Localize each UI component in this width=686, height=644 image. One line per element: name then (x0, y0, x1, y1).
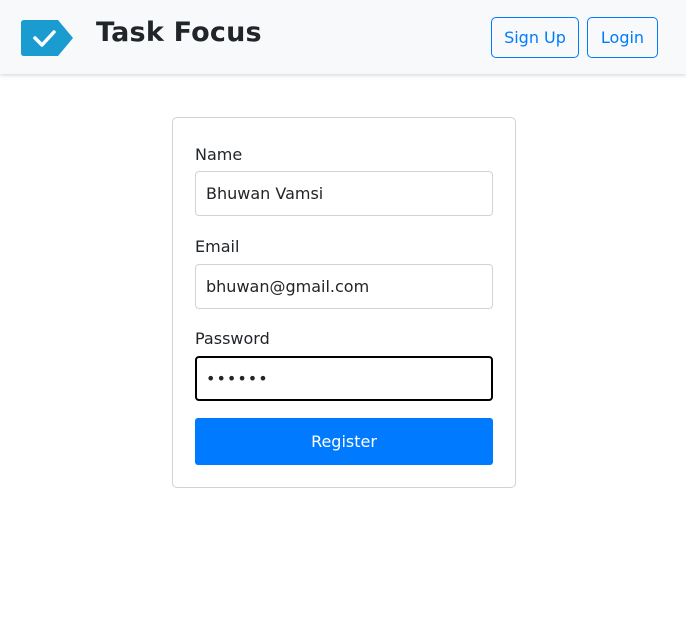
check-tag-icon[interactable] (20, 19, 74, 57)
brand-title[interactable]: Task Focus (96, 17, 262, 48)
navbar: Task Focus Sign Up Login (0, 0, 686, 74)
password-input[interactable] (195, 356, 493, 401)
sign-up-button[interactable]: Sign Up (491, 17, 579, 58)
email-input[interactable] (195, 264, 493, 309)
name-label: Name (195, 145, 243, 164)
login-button[interactable]: Login (587, 17, 658, 58)
name-input[interactable] (195, 171, 493, 216)
register-button[interactable]: Register (195, 418, 493, 465)
register-form-card: Name Email Password Register (172, 117, 516, 488)
email-label: Email (195, 237, 240, 256)
password-label: Password (195, 329, 270, 348)
